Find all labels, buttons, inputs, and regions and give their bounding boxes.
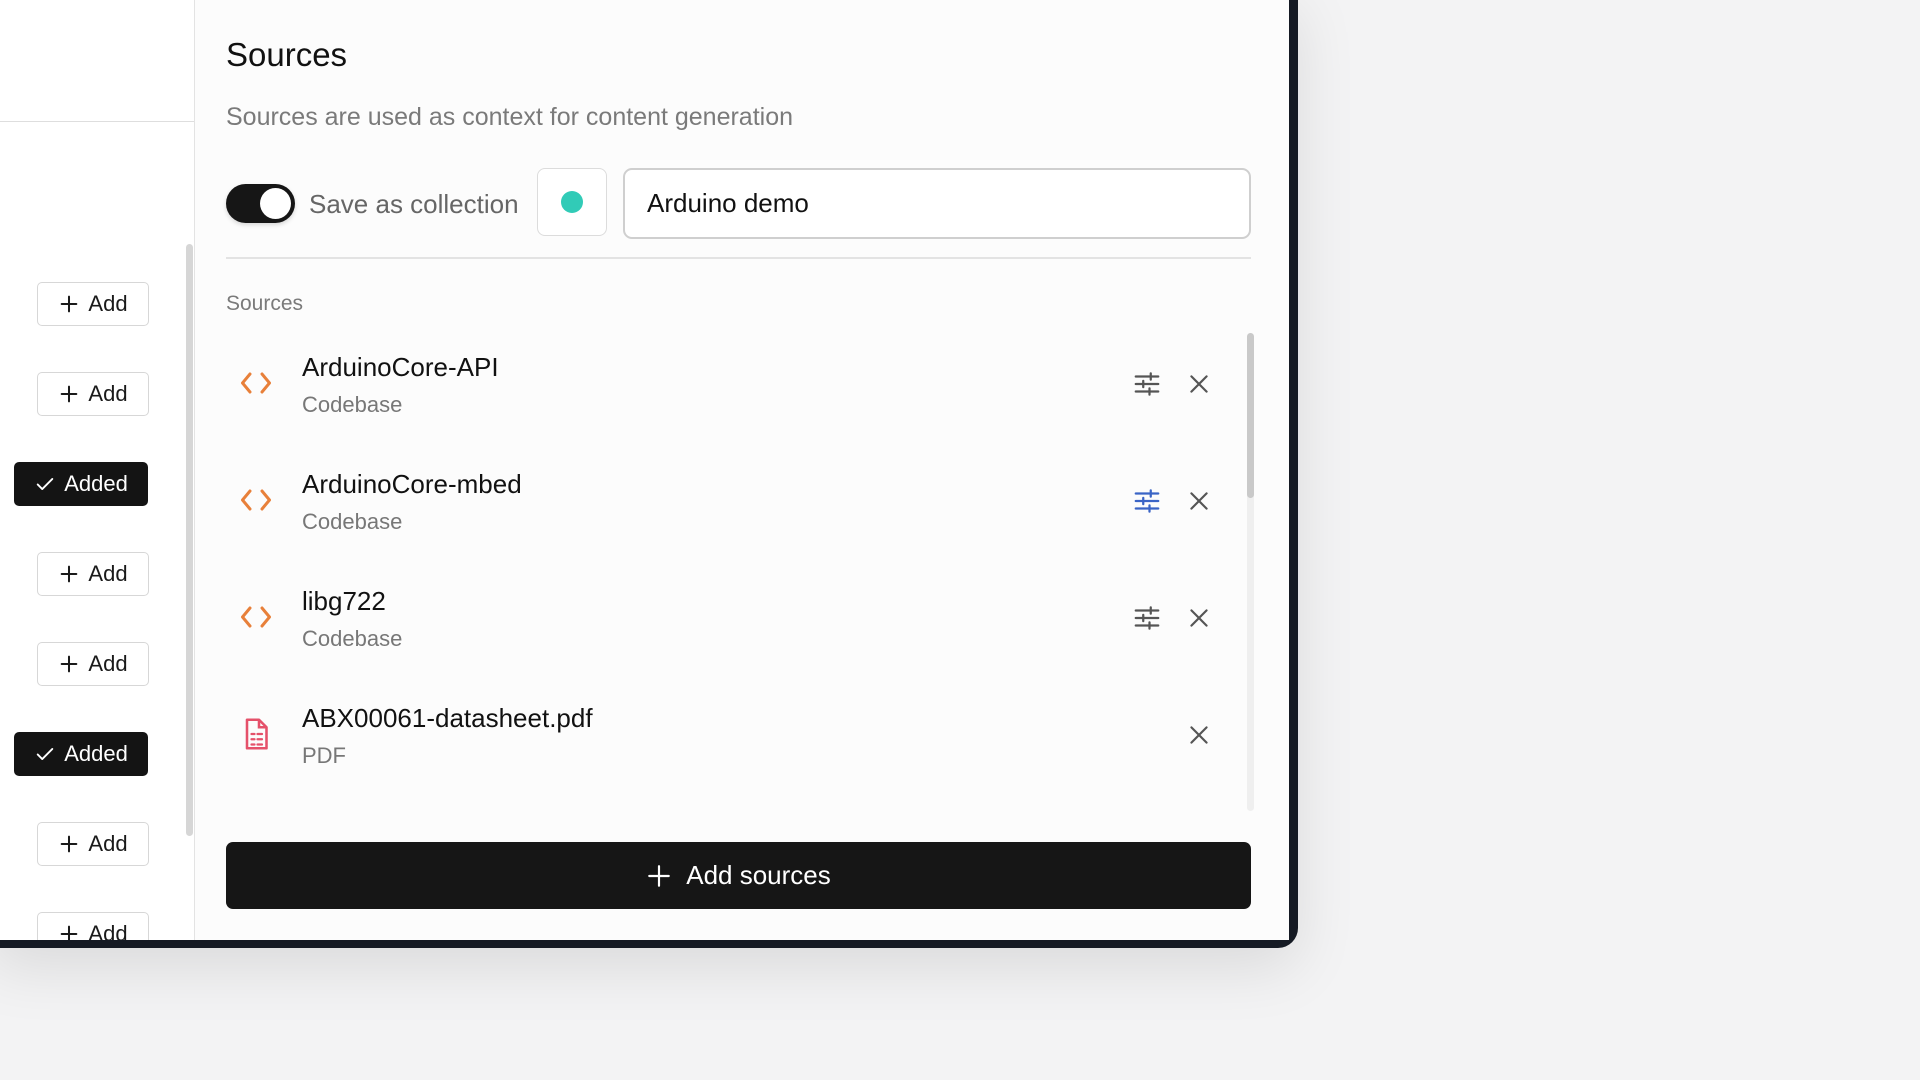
add-button[interactable]: Add <box>37 282 149 326</box>
add-button[interactable]: Add <box>37 912 149 940</box>
close-icon[interactable] <box>1186 722 1212 748</box>
source-name: ArduinoCore-mbed <box>302 469 522 499</box>
source-type: Codebase <box>302 392 403 417</box>
code-icon <box>241 372 271 394</box>
panel-subtitle: Sources are used as context for content … <box>226 103 794 131</box>
check-icon <box>36 478 54 490</box>
close-icon[interactable] <box>1186 605 1212 631</box>
plus-icon <box>61 385 78 403</box>
button-label: Added <box>64 741 128 766</box>
collection-color-button[interactable] <box>537 168 607 236</box>
plus-icon <box>61 295 78 313</box>
source-name: ArduinoCore-API <box>302 352 499 382</box>
plus-icon <box>61 565 78 583</box>
add-sources-label: Add sources <box>686 860 831 890</box>
tune-icon[interactable] <box>1132 369 1162 399</box>
button-label: Add <box>88 831 128 856</box>
plus-icon <box>61 655 78 673</box>
tune-icon[interactable] <box>1132 486 1162 516</box>
added-button[interactable]: Added <box>14 732 148 776</box>
button-label: Add <box>88 651 128 676</box>
source-item: ABX00061-datasheet.pdf PDF <box>226 676 1236 792</box>
source-name: libg722 <box>302 586 386 616</box>
check-icon <box>36 748 54 760</box>
save-collection-toggle[interactable] <box>226 184 295 223</box>
add-sources-button[interactable]: Add sources <box>226 842 1251 909</box>
source-item: libg722 Codebase <box>226 559 1236 675</box>
color-swatch <box>561 191 583 213</box>
panel-title: Sources <box>226 36 348 73</box>
left-pane: Add Add Added Add Add Added Add Add <box>0 0 194 940</box>
plus-icon <box>648 864 671 887</box>
plus-icon <box>61 925 78 940</box>
source-list-scrollbar[interactable] <box>1247 333 1254 811</box>
button-label: Add <box>88 381 128 406</box>
added-button[interactable]: Added <box>14 462 148 506</box>
scrollbar-thumb[interactable] <box>1247 333 1254 498</box>
section-divider <box>226 257 1251 259</box>
source-type: Codebase <box>302 626 403 651</box>
source-type: Codebase <box>302 509 403 534</box>
add-button[interactable]: Add <box>37 642 149 686</box>
header-divider <box>0 121 194 122</box>
source-type: PDF <box>302 743 346 768</box>
button-label: Added <box>64 471 128 496</box>
add-button[interactable]: Add <box>37 552 149 596</box>
left-scrollbar[interactable] <box>186 244 193 836</box>
save-collection-label: Save as collection <box>309 189 519 219</box>
tune-icon[interactable] <box>1132 603 1162 633</box>
close-icon[interactable] <box>1186 371 1212 397</box>
button-label: Add <box>88 921 128 940</box>
toggle-knob <box>260 188 291 219</box>
source-name: ABX00061-datasheet.pdf <box>302 703 593 733</box>
sources-section-label: Sources <box>226 292 304 315</box>
source-list: ArduinoCore-API Codebase ArduinoCore-mbed C… <box>226 325 1251 810</box>
button-label: Add <box>88 561 128 586</box>
source-item: ArduinoCore-API Codebase <box>226 325 1236 441</box>
close-icon[interactable] <box>1186 488 1212 514</box>
source-item: ArduinoCore-mbed Codebase <box>226 442 1236 558</box>
plus-icon <box>61 835 78 853</box>
sources-panel: Sources Sources are used as context for … <box>195 0 1289 940</box>
code-icon <box>241 606 271 628</box>
button-label: Add <box>88 291 128 316</box>
add-button[interactable]: Add <box>37 372 149 416</box>
collection-name-input[interactable] <box>623 168 1251 239</box>
add-button[interactable]: Add <box>37 822 149 866</box>
pdf-file-icon <box>245 718 268 750</box>
code-icon <box>241 489 271 511</box>
